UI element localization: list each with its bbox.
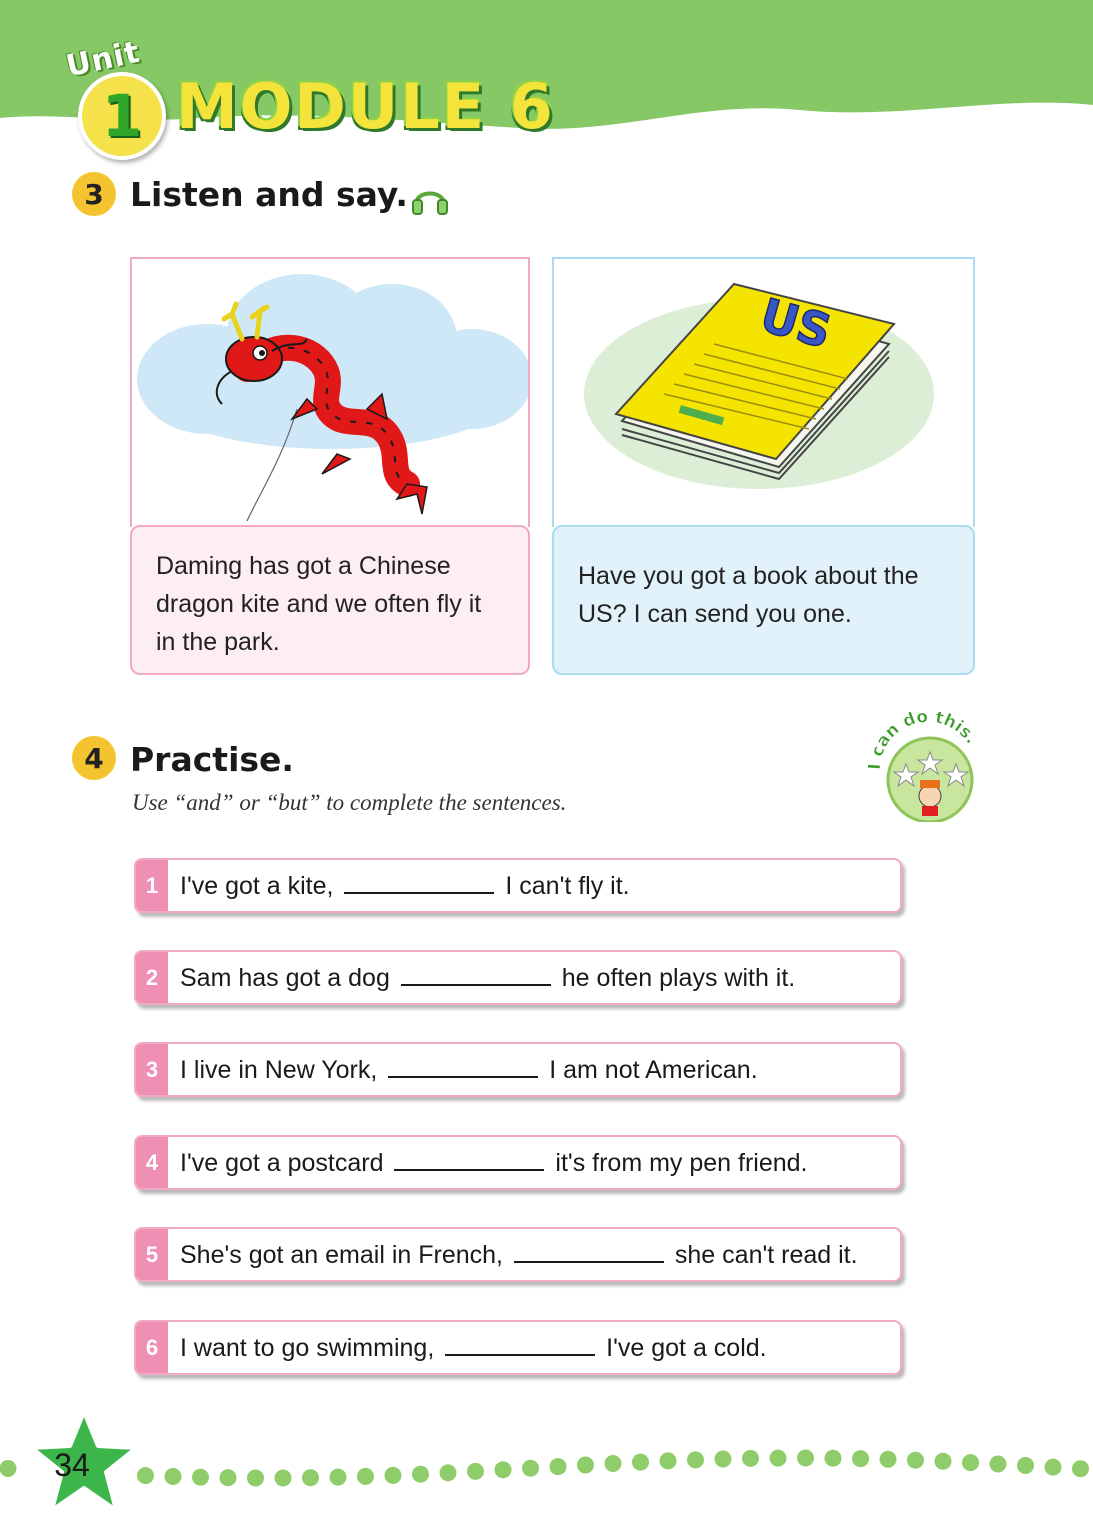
border-dot (494, 1461, 512, 1479)
border-dot (219, 1469, 237, 1487)
border-dot (797, 1449, 814, 1467)
sentence-end: she can't read it. (674, 1241, 858, 1269)
exercise-number: 1 (136, 860, 168, 911)
unit-badge: 1 (78, 72, 166, 160)
answer-blank[interactable] (513, 1239, 664, 1263)
border-dot (824, 1449, 842, 1467)
exercise-sentence: I've got a kite, I can't fly it. (180, 870, 630, 901)
border-dot (274, 1469, 292, 1487)
exercise-sentence: I've got a postcard it's from my pen fri… (180, 1147, 808, 1178)
border-dot (907, 1451, 924, 1469)
section-3-number: 3 (72, 172, 116, 216)
border-dot (522, 1459, 539, 1477)
exercise-sentence: Sam has got a dog he often plays with it… (180, 962, 795, 993)
border-dot (357, 1467, 374, 1485)
section-3-title: Listen and say. (130, 175, 408, 214)
headphones-icon[interactable] (410, 180, 450, 216)
border-dot (879, 1450, 897, 1468)
exercise-row: 4 I've got a postcard it's from my pen fr… (134, 1135, 902, 1190)
section-4-number: 4 (72, 736, 116, 780)
border-dot (329, 1468, 347, 1486)
border-dot (852, 1450, 869, 1468)
sentence-end: I can't fly it. (505, 872, 630, 900)
exercise-row: 6 I want to go swimming, I've got a cold. (134, 1320, 902, 1375)
border-dot (632, 1453, 649, 1471)
exercise-sentence: I live in New York, I am not American. (180, 1054, 758, 1085)
dotted-border (0, 1449, 1089, 1487)
answer-blank[interactable] (400, 962, 551, 986)
dragon-kite-illustration (137, 274, 532, 522)
border-dot (962, 1454, 979, 1472)
section-4-title: Practise. (130, 740, 294, 779)
card-2-text-box: Have you got a book about the US? I can … (552, 525, 975, 675)
border-dot (1072, 1460, 1089, 1478)
sentence-start: I want to go swimming, (180, 1334, 435, 1362)
card-2-text: Have you got a book about the US? I can … (578, 562, 919, 628)
i-can-do-this-badge: I can do this. (865, 706, 986, 824)
sentence-start: She's got an email in French, (180, 1241, 503, 1269)
exercise-number: 6 (136, 1322, 168, 1373)
exercise-row: 5 She's got an email in French, she can't… (134, 1227, 902, 1282)
card-2-image-frame: US (552, 257, 975, 527)
sentence-start: Sam has got a dog (180, 964, 390, 992)
border-dot (164, 1468, 182, 1485)
border-dot (302, 1469, 319, 1487)
border-dot (384, 1466, 402, 1484)
border-dot (577, 1456, 594, 1474)
sentence-end: I've got a cold. (606, 1334, 767, 1362)
border-dot (687, 1451, 704, 1469)
border-dot (742, 1449, 759, 1467)
card-1-text: Daming has got a Chinese dragon kite and… (156, 552, 482, 656)
book-illustration: US (584, 282, 934, 489)
module-title: MODULE 6 (176, 70, 555, 143)
sentence-start: I've got a postcard (180, 1149, 384, 1177)
border-dot (659, 1452, 677, 1470)
sentence-end: he often plays with it. (561, 964, 796, 992)
exercise-number: 3 (136, 1044, 168, 1095)
exercise-number: 5 (136, 1229, 168, 1280)
exercise-row: 2 Sam has got a dog he often plays with i… (134, 950, 902, 1005)
sentence-start: I live in New York, (180, 1056, 378, 1084)
exercise-row: 3 I live in New York, I am not American. (134, 1042, 902, 1097)
border-dot (1017, 1457, 1034, 1474)
border-dot (1044, 1458, 1062, 1476)
page-number: 34 (54, 1447, 90, 1483)
border-dot (714, 1450, 732, 1468)
sentence-end: it's from my pen friend. (555, 1149, 808, 1177)
exercise-sentence: She's got an email in French, she can't … (180, 1239, 858, 1270)
exercise-number: 4 (136, 1137, 168, 1188)
border-dot (0, 1460, 17, 1477)
border-dot (247, 1469, 264, 1487)
answer-blank[interactable] (388, 1054, 539, 1078)
answer-blank[interactable] (344, 870, 495, 894)
border-dot (192, 1468, 209, 1486)
sentence-end: I am not American. (549, 1056, 758, 1084)
border-dot (549, 1458, 567, 1476)
border-dot (989, 1455, 1007, 1473)
card-1-image-frame (130, 257, 532, 527)
exercise-row: 1 I've got a kite, I can't fly it. (134, 858, 902, 913)
unit-number: 1 (101, 82, 143, 150)
exercise-number: 2 (136, 952, 168, 1003)
card-1-text-box: Daming has got a Chinese dragon kite and… (130, 525, 530, 675)
border-dot (439, 1464, 457, 1482)
border-dot (412, 1465, 429, 1483)
answer-blank[interactable] (394, 1147, 545, 1171)
exercise-sentence: I want to go swimming, I've got a cold. (180, 1332, 767, 1363)
border-dot (769, 1449, 787, 1467)
border-dot (467, 1462, 484, 1480)
border-dot (934, 1452, 952, 1470)
instruction-text: Use “and” or “but” to complete the sente… (132, 790, 567, 815)
sentence-start: I've got a kite, (180, 872, 334, 900)
answer-blank[interactable] (445, 1332, 596, 1356)
border-dot (604, 1455, 622, 1472)
